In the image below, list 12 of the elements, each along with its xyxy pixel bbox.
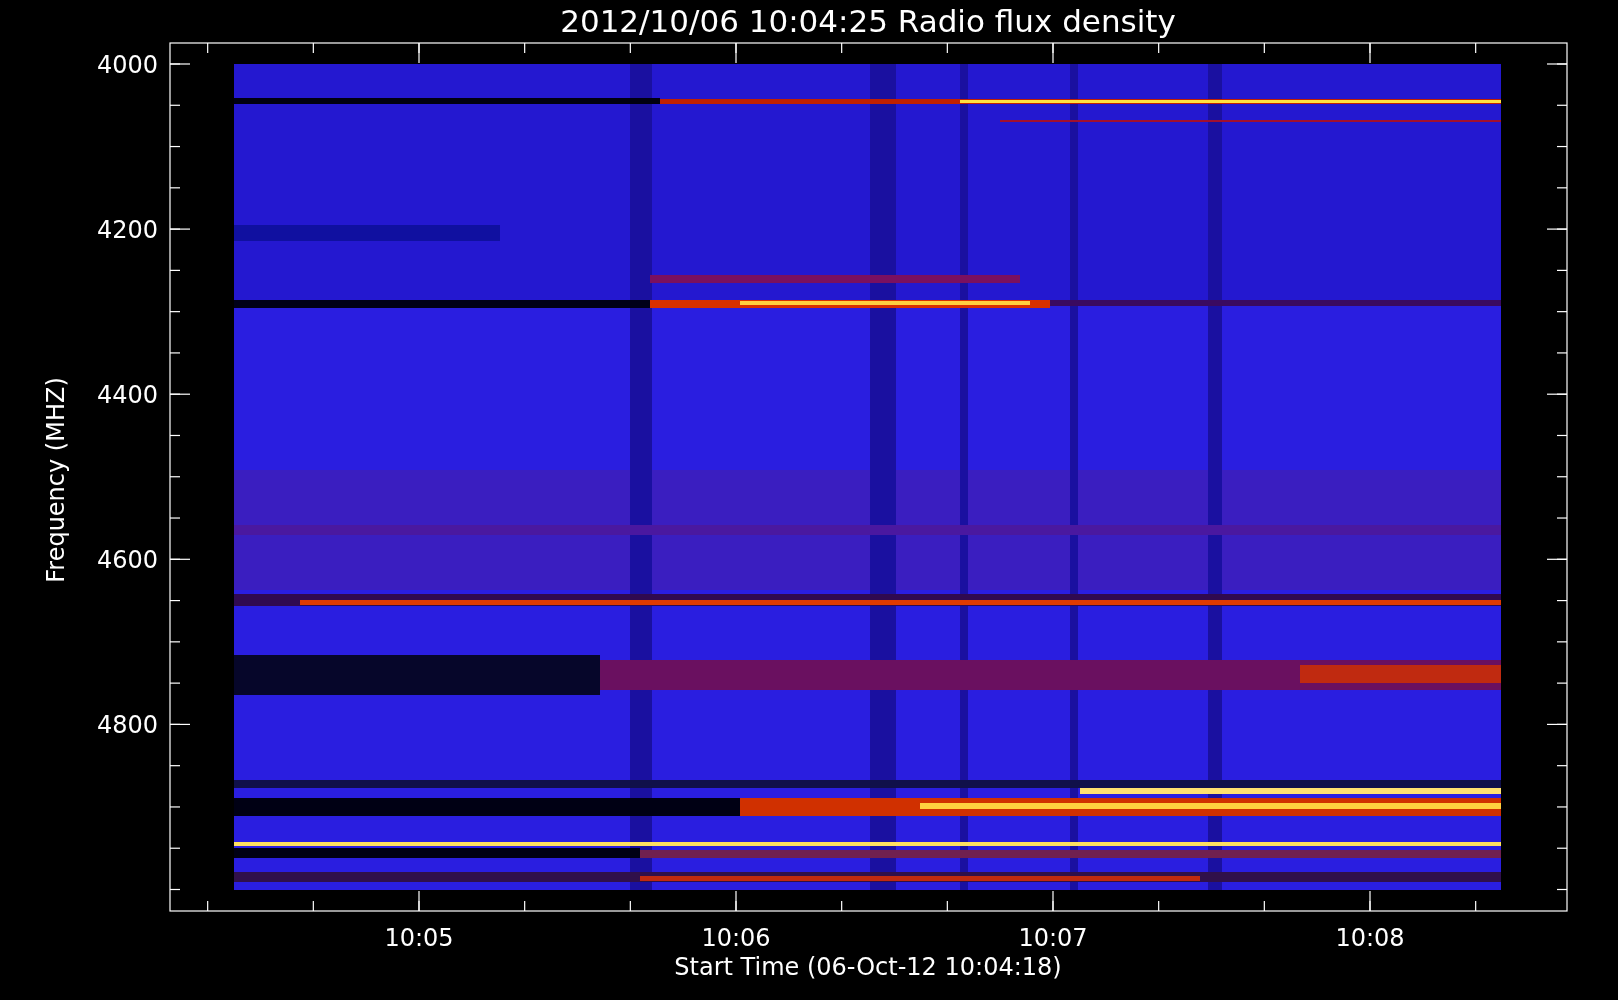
x-tick-label: 10:07 <box>1018 924 1088 952</box>
y-tick-label: 4000 <box>96 51 158 79</box>
y-axis-label: Frequency (MHZ) <box>42 377 70 583</box>
y-tick-label: 4200 <box>96 216 158 245</box>
x-tick-label: 10:06 <box>701 924 771 952</box>
x-tick-label: 10:05 <box>384 924 454 952</box>
x-axis-label: Start Time (06-Oct-12 10:04:18) <box>674 953 1062 981</box>
chart-title: 2012/10/06 10:04:25 Radio flux density <box>560 3 1176 39</box>
x-tick-label: 10:08 <box>1335 924 1405 952</box>
y-tick-label: 4600 <box>96 546 158 575</box>
y-tick-label: 4400 <box>96 381 158 410</box>
y-tick-label: 4800 <box>96 711 158 740</box>
